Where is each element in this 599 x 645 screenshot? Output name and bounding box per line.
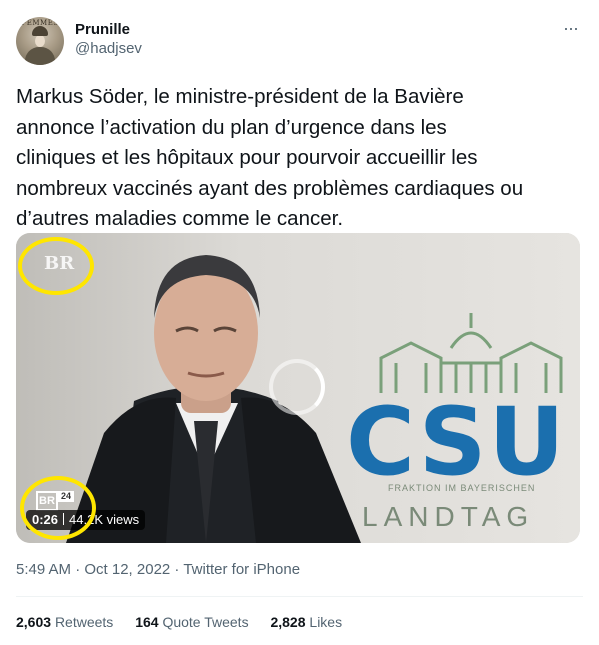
retweets-count: 2,603 [16, 614, 52, 630]
tweet-meta[interactable]: 5:49 AM · Oct 12, 2022 · Twitter for iPh… [16, 561, 300, 578]
backdrop-fraktion-text: FRAKTION IM BAYERISCHEN [388, 483, 536, 493]
avatar-figure-hat [32, 26, 48, 36]
avatar-figure-face [35, 35, 45, 47]
avatar-figure-robe [25, 47, 55, 65]
tweet-stats: 2,603 Retweets 164 Quote Tweets 2,828 Li… [16, 614, 360, 630]
likes-count: 2,828 [270, 614, 306, 630]
author-name[interactable]: Prunille [75, 21, 130, 38]
retweets-label: Retweets [54, 614, 114, 630]
author-handle[interactable]: @hadjsev [75, 40, 142, 57]
quote-tweets-stat[interactable]: 164 Quote Tweets [135, 614, 248, 630]
quotes-label: Quote Tweets [162, 614, 249, 630]
quotes-count: 164 [135, 614, 159, 630]
avatar[interactable]: FEMMES [16, 17, 64, 65]
tweet-text: Markus Söder, le ministre-président de l… [16, 85, 524, 230]
more-options-icon[interactable]: ··· [563, 18, 579, 39]
annotation-circle-bottom [20, 476, 96, 540]
loading-spinner-icon [269, 359, 325, 415]
likes-stat[interactable]: 2,828 Likes [270, 614, 342, 630]
likes-label: Likes [309, 614, 343, 630]
backdrop-csu-text: CSU [346, 388, 567, 497]
video-player[interactable]: CSU FRAKTION IM BAYERISCHEN LANDTAG BR B… [16, 233, 580, 543]
divider [16, 596, 583, 597]
retweets-stat[interactable]: 2,603 Retweets [16, 614, 113, 630]
annotation-circle-top [18, 237, 94, 295]
backdrop-landtag-text: LANDTAG [362, 501, 535, 532]
